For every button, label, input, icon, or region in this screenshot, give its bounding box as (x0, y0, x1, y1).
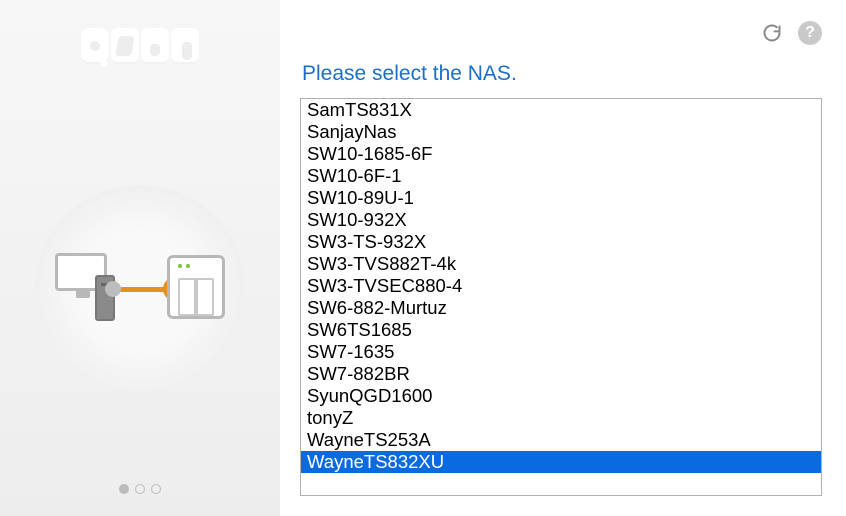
step-pager (119, 484, 161, 494)
page-title: Please select the NAS. (302, 62, 822, 86)
nas-device-icon (167, 255, 225, 319)
logo-letter-q (81, 28, 109, 64)
connection-node-left-icon (105, 281, 121, 297)
app-container: ? Please select the NAS. SamTS831XSanjay… (0, 0, 846, 516)
pager-dot[interactable] (135, 484, 145, 494)
list-item[interactable]: SW3-TVS882T-4k (301, 253, 821, 275)
list-item[interactable]: SW6-882-Murtuz (301, 297, 821, 319)
list-item[interactable]: WayneTS253A (301, 429, 821, 451)
logo-letter-p (171, 28, 199, 64)
brand-logo (81, 28, 199, 64)
refresh-icon (762, 23, 782, 43)
topbar: ? (300, 18, 822, 48)
sidebar (0, 0, 280, 516)
illustration (0, 64, 280, 516)
logo-letter-n (111, 28, 139, 64)
nas-listbox[interactable]: SamTS831XSanjayNasSW10-1685-6FSW10-6F-1S… (300, 98, 822, 496)
list-item[interactable]: SW6TS1685 (301, 319, 821, 341)
list-item[interactable]: SanjayNas (301, 121, 821, 143)
list-item[interactable]: SW7-1635 (301, 341, 821, 363)
list-item[interactable]: SamTS831X (301, 99, 821, 121)
list-item[interactable]: SW3-TVSEC880-4 (301, 275, 821, 297)
main-panel: ? Please select the NAS. SamTS831XSanjay… (280, 0, 846, 516)
list-item[interactable]: SW7-882BR (301, 363, 821, 385)
list-item[interactable]: SW3-TS-932X (301, 231, 821, 253)
list-item[interactable]: SW10-89U-1 (301, 187, 821, 209)
refresh-button[interactable] (760, 21, 784, 45)
list-item[interactable]: SW10-1685-6F (301, 143, 821, 165)
pager-dot[interactable] (119, 484, 129, 494)
pager-dot[interactable] (151, 484, 161, 494)
help-button[interactable]: ? (798, 21, 822, 45)
list-item[interactable]: SW10-932X (301, 209, 821, 231)
illustration-circle (35, 185, 245, 395)
list-item[interactable]: SW10-6F-1 (301, 165, 821, 187)
list-item[interactable]: SyunQGD1600 (301, 385, 821, 407)
devices-graphic (55, 245, 225, 335)
nas-led-icon (178, 264, 182, 268)
logo-letter-a (141, 28, 169, 64)
list-item[interactable]: tonyZ (301, 407, 821, 429)
help-icon: ? (805, 24, 815, 42)
list-item[interactable]: WayneTS832XU (301, 451, 821, 473)
